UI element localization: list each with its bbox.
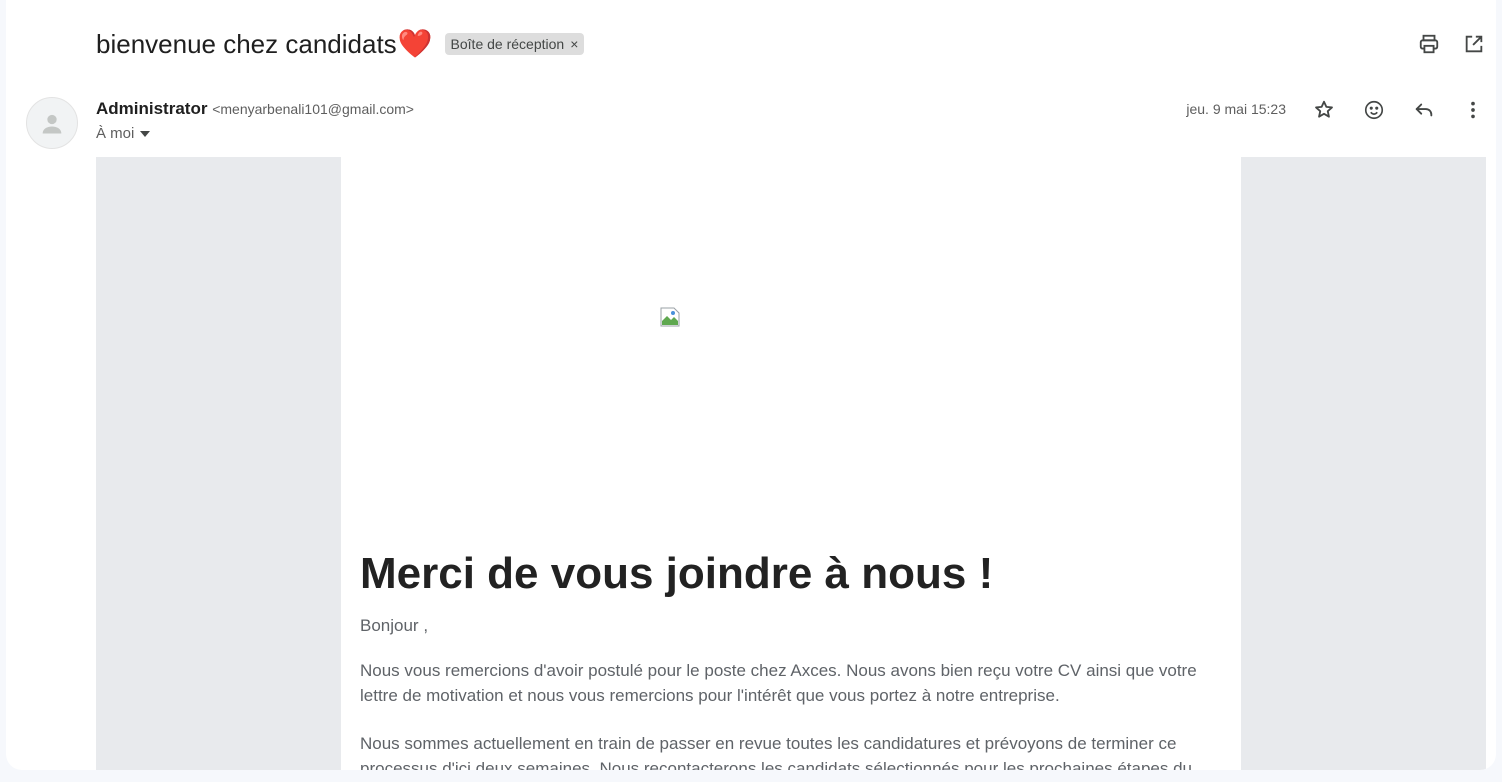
inbox-label-text: Boîte de réception xyxy=(450,36,565,52)
more-vert-icon[interactable] xyxy=(1460,97,1486,123)
sender-email: <menyarbenali101@gmail.com> xyxy=(212,101,414,117)
email-headline: Merci de vous joindre à nous ! xyxy=(360,549,994,598)
heart-emoji: ❤️ xyxy=(397,28,433,59)
broken-image-icon xyxy=(660,307,680,327)
email-paragraph-2: Nous sommes actuellement en train de pas… xyxy=(360,734,1192,770)
subject-row: bienvenue chez candidats ❤️ Boîte de réc… xyxy=(96,26,585,62)
sender-avatar[interactable] xyxy=(26,97,78,149)
sender-line: Administrator <menyarbenali101@gmail.com… xyxy=(96,99,414,119)
email-subject: bienvenue chez candidats xyxy=(96,28,397,59)
email-view: bienvenue chez candidats ❤️ Boîte de réc… xyxy=(6,0,1496,770)
reply-icon[interactable] xyxy=(1411,97,1437,123)
recipient-details-toggle[interactable]: À moi xyxy=(96,125,151,142)
email-body-content: Merci de vous joindre à nous ! Bonjour ,… xyxy=(341,157,1241,770)
print-icon[interactable] xyxy=(1417,32,1441,56)
email-greeting: Bonjour , xyxy=(360,616,429,635)
email-paragraph-1: Nous vous remercions d'avoir postulé pou… xyxy=(360,661,1197,705)
email-body-frame: Merci de vous joindre à nous ! Bonjour ,… xyxy=(96,157,1486,770)
remove-label-button[interactable]: × xyxy=(570,36,578,52)
chevron-down-icon xyxy=(140,130,151,137)
inbox-label-chip: Boîte de réception × xyxy=(444,33,585,55)
open-in-new-icon[interactable] xyxy=(1462,32,1486,56)
person-icon xyxy=(42,114,62,134)
sender-name[interactable]: Administrator xyxy=(96,99,207,118)
star-icon[interactable] xyxy=(1311,97,1337,123)
emoji-reaction-icon[interactable] xyxy=(1361,97,1387,123)
recipient-label: À moi xyxy=(96,125,135,142)
email-date: jeu. 9 mai 15:23 xyxy=(1186,101,1286,117)
